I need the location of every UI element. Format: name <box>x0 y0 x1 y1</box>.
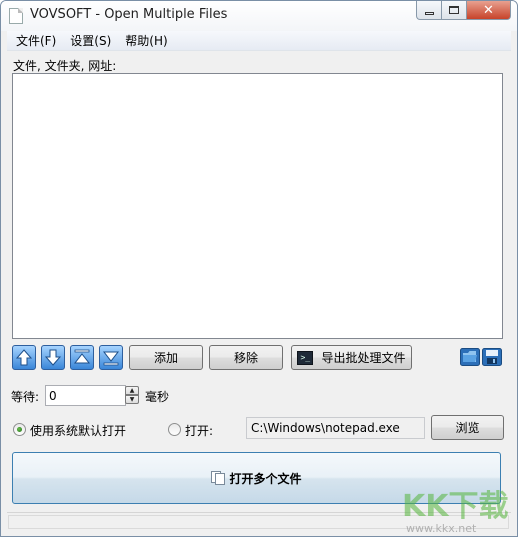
arrow-down-icon <box>44 349 62 366</box>
browse-button-label: 浏览 <box>455 421 480 435</box>
menu-settings[interactable]: 设置(S) <box>63 31 118 51</box>
console-icon: >_ <box>297 350 314 365</box>
maximize-button[interactable] <box>442 1 467 20</box>
spin-up-button[interactable]: ▲ <box>125 386 139 395</box>
save-disk-icon <box>482 348 502 366</box>
files-list-label: 文件, 文件夹, 网址: <box>13 59 117 73</box>
maximize-icon <box>449 6 459 14</box>
window-title: VOVSOFT - Open Multiple Files <box>30 7 228 22</box>
open-multiple-files-button[interactable]: 打开多个文件 <box>12 452 501 504</box>
default-open-label: 使用系统默认打开 <box>30 424 127 438</box>
open-mode-row: 使用系统默认打开 打开: C:\Windows\notepad.exe 浏览 <box>11 415 507 443</box>
open-folder-button[interactable] <box>460 345 480 367</box>
app-document-icon <box>9 8 23 24</box>
menu-file[interactable]: 文件(F) <box>7 31 63 51</box>
close-icon: ✕ <box>483 2 494 18</box>
browse-button[interactable]: 浏览 <box>431 415 504 440</box>
wait-unit-label: 毫秒 <box>145 390 170 404</box>
save-list-button[interactable] <box>482 345 502 367</box>
close-button[interactable]: ✕ <box>467 1 511 20</box>
default-open-radio[interactable] <box>13 423 26 436</box>
arrow-top-icon <box>73 349 91 364</box>
main-panel: 文件, 文件夹, 网址: 添加 移除 >_ 导出批处理文件 等待: 0 ▲ ▼ … <box>7 52 511 532</box>
title-bar[interactable]: VOVSOFT - Open Multiple Files ✕ <box>1 1 517 31</box>
move-up-button[interactable] <box>12 345 36 370</box>
list-toolbar: 添加 移除 >_ 导出批处理文件 <box>12 344 503 372</box>
minimize-button[interactable] <box>416 1 442 20</box>
status-bar <box>7 512 511 530</box>
custom-open-label: 打开: <box>185 424 214 438</box>
wait-spinner: ▲ ▼ <box>125 386 139 405</box>
arrow-bottom-icon <box>102 351 120 366</box>
folder-open-icon <box>460 348 480 366</box>
menu-bar: 文件(F) 设置(S) 帮助(H) <box>7 31 511 51</box>
arrow-up-icon <box>15 349 33 366</box>
files-list-box[interactable] <box>12 73 503 339</box>
move-bottom-button[interactable] <box>99 345 123 370</box>
add-button-label: 添加 <box>153 351 178 365</box>
move-top-button[interactable] <box>70 345 94 370</box>
export-batch-label: 导出批处理文件 <box>321 351 406 365</box>
export-batch-button[interactable]: >_ 导出批处理文件 <box>291 345 412 370</box>
menu-help[interactable]: 帮助(H) <box>118 31 174 51</box>
minimize-icon <box>424 11 434 15</box>
app-window: VOVSOFT - Open Multiple Files ✕ 文件(F) 设置… <box>0 0 518 537</box>
remove-button[interactable]: 移除 <box>209 345 283 370</box>
spin-down-button[interactable]: ▼ <box>125 395 139 404</box>
custom-open-radio[interactable] <box>168 423 181 436</box>
wait-row: 等待: ▲ ▼ 毫秒 <box>11 385 311 407</box>
move-down-button[interactable] <box>41 345 65 370</box>
add-button[interactable]: 添加 <box>129 345 203 370</box>
window-controls: ✕ <box>416 1 511 21</box>
status-panel <box>8 515 509 529</box>
open-multiple-files-label: 打开多个文件 <box>229 471 302 486</box>
wait-input[interactable] <box>45 385 126 406</box>
open-with-path-field[interactable]: C:\Windows\notepad.exe <box>246 417 425 439</box>
copy-files-icon <box>211 471 226 485</box>
remove-button-label: 移除 <box>233 351 258 365</box>
wait-label: 等待: <box>11 390 40 404</box>
